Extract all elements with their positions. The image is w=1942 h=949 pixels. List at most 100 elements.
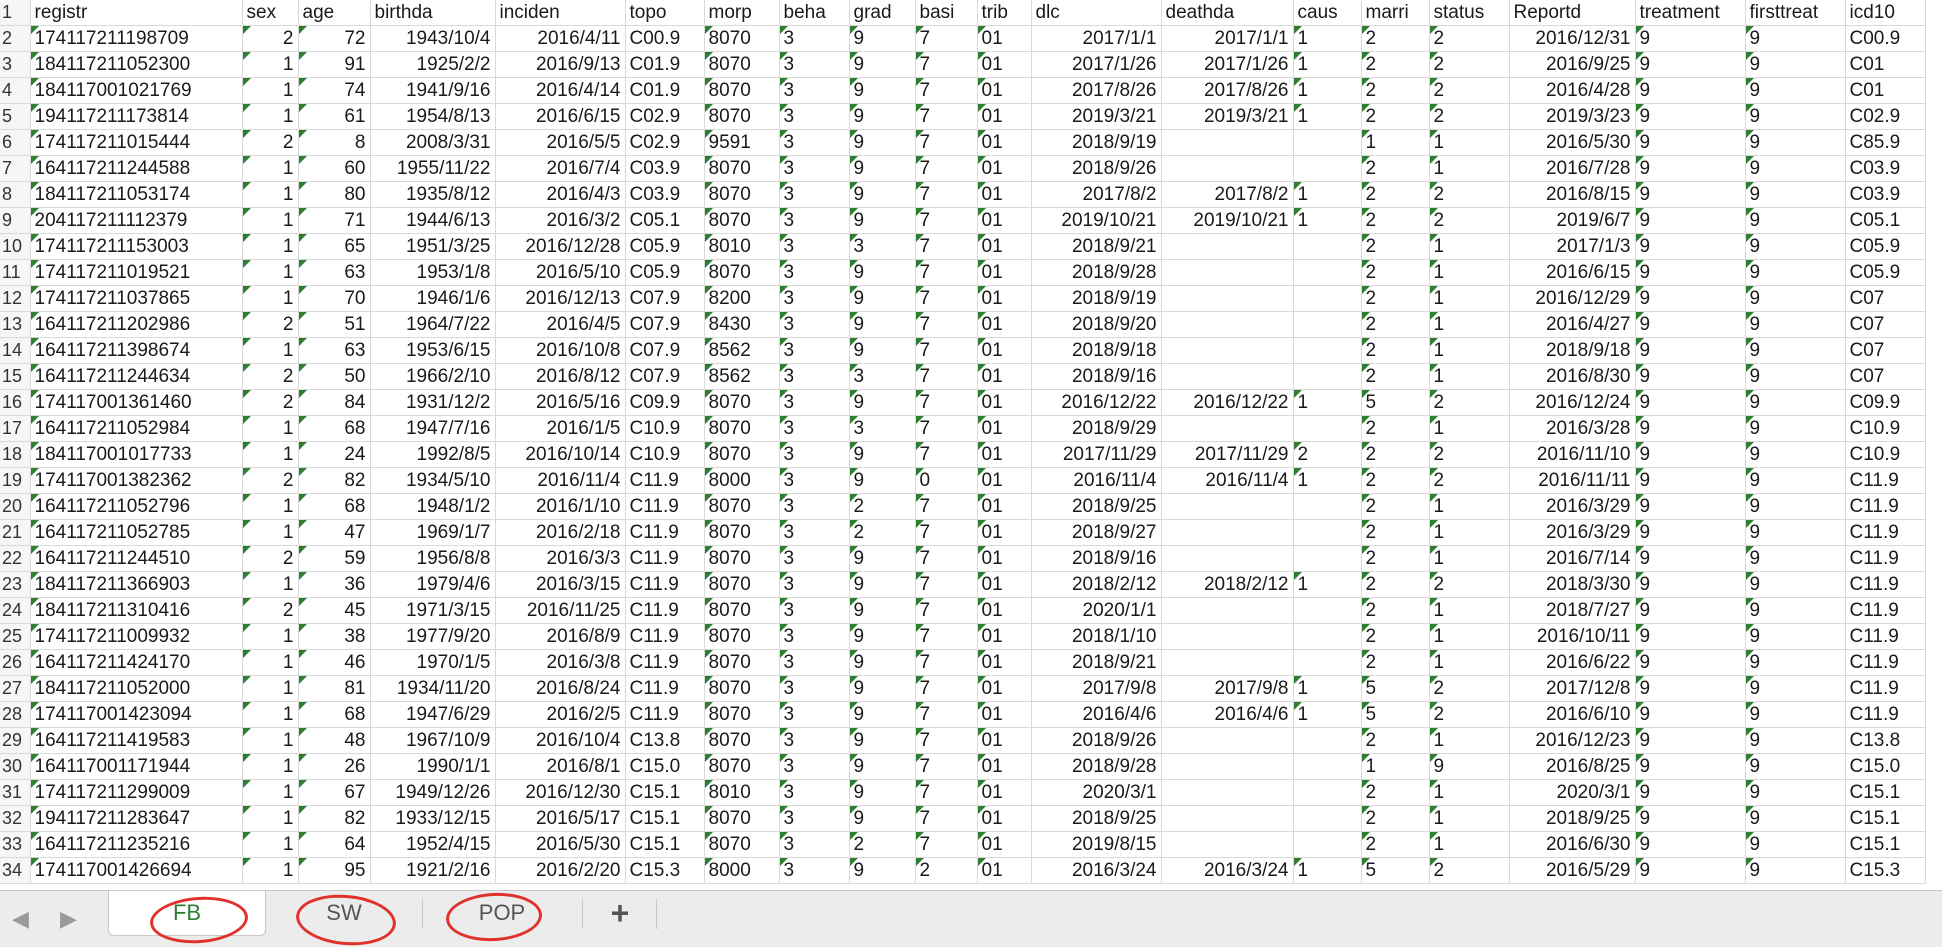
cell-grad[interactable]: 9 [849,857,916,884]
cell-beha[interactable]: 3 [779,285,850,312]
row-number[interactable]: 34 [0,857,31,884]
cell-morp[interactable]: 8070 [704,545,780,572]
cell-grad[interactable]: 3 [849,363,916,390]
cell-deathda[interactable] [1161,649,1294,676]
cell-treatment[interactable]: 9 [1635,363,1746,390]
cell-grad[interactable]: 9 [849,649,916,676]
cell-status[interactable]: 2 [1429,25,1510,52]
cell-basi[interactable]: 7 [915,51,978,78]
cell-grad[interactable]: 9 [849,623,916,650]
cell-registr[interactable]: 174117211153003 [30,233,243,260]
cell-registr[interactable]: 174117211015444 [30,129,243,156]
cell-deathda[interactable]: 2017/1/1 [1161,25,1294,52]
cell-firsttreat[interactable]: 9 [1745,467,1846,494]
cell-deathda[interactable] [1161,597,1294,624]
cell-firsttreat[interactable]: 9 [1745,363,1846,390]
cell-age[interactable]: 48 [298,727,371,754]
column-header[interactable]: deathda [1161,0,1294,26]
cell-treatment[interactable]: 9 [1635,493,1746,520]
cell-dlc[interactable]: 2018/2/12 [1031,571,1162,598]
column-header[interactable]: status [1429,0,1510,26]
cell-inciden[interactable]: 2016/10/14 [495,441,626,468]
cell-dlc[interactable]: 2020/3/1 [1031,779,1162,806]
row-number[interactable]: 4 [0,77,31,104]
row-number[interactable]: 26 [0,649,31,676]
cell-basi[interactable]: 7 [915,727,978,754]
cell-registr[interactable]: 174117001426694 [30,857,243,884]
cell-grad[interactable]: 9 [849,701,916,728]
cell-registr[interactable]: 174117001382362 [30,467,243,494]
cell-morp[interactable]: 8070 [704,727,780,754]
row-number[interactable]: 10 [0,233,31,260]
cell-treatment[interactable]: 9 [1635,389,1746,416]
cell-inciden[interactable]: 2016/12/30 [495,779,626,806]
row-number[interactable]: 13 [0,311,31,338]
cell-basi[interactable]: 7 [915,155,978,182]
cell-inciden[interactable]: 2016/5/5 [495,129,626,156]
cell-age[interactable]: 65 [298,233,371,260]
cell-age[interactable]: 72 [298,25,371,52]
cell-birthda[interactable]: 1954/8/13 [370,103,496,130]
cell-treatment[interactable]: 9 [1635,233,1746,260]
cell-Reportd[interactable]: 2016/8/30 [1509,363,1636,390]
cell-dlc[interactable]: 2018/9/19 [1031,129,1162,156]
cell-firsttreat[interactable]: 9 [1745,285,1846,312]
cell-icd10[interactable]: C11.9 [1845,493,1926,520]
cell-dlc[interactable]: 2018/9/25 [1031,493,1162,520]
next-sheet-icon[interactable]: ▶ [60,908,77,930]
cell-status[interactable]: 1 [1429,259,1510,286]
cell-marri[interactable]: 2 [1361,467,1430,494]
cell-marri[interactable]: 2 [1361,337,1430,364]
cell-sex[interactable]: 1 [242,571,299,598]
cell-registr[interactable]: 184117211366903 [30,571,243,598]
cell-icd10[interactable]: C03.9 [1845,181,1926,208]
cell-firsttreat[interactable]: 9 [1745,25,1846,52]
cell-beha[interactable]: 3 [779,493,850,520]
cell-Reportd[interactable]: 2016/8/25 [1509,753,1636,780]
row-number[interactable]: 24 [0,597,31,624]
cell-morp[interactable]: 8010 [704,233,780,260]
cell-treatment[interactable]: 9 [1635,727,1746,754]
cell-birthda[interactable]: 1947/6/29 [370,701,496,728]
cell-treatment[interactable]: 9 [1635,103,1746,130]
cell-beha[interactable]: 3 [779,831,850,858]
cell-birthda[interactable]: 1944/6/13 [370,207,496,234]
cell-inciden[interactable]: 2016/8/24 [495,675,626,702]
cell-registr[interactable]: 184117001017733 [30,441,243,468]
cell-caus[interactable] [1293,623,1362,650]
cell-birthda[interactable]: 1967/10/9 [370,727,496,754]
cell-morp[interactable]: 8070 [704,181,780,208]
cell-registr[interactable]: 164117211244588 [30,155,243,182]
cell-birthda[interactable]: 1933/12/15 [370,805,496,832]
cell-dlc[interactable]: 2019/3/21 [1031,103,1162,130]
cell-status[interactable]: 2 [1429,571,1510,598]
cell-topo[interactable]: C01.9 [625,77,705,104]
cell-grad[interactable]: 9 [849,155,916,182]
cell-marri[interactable]: 2 [1361,233,1430,260]
cell-icd10[interactable]: C11.9 [1845,675,1926,702]
cell-dlc[interactable]: 2018/9/18 [1031,337,1162,364]
cell-status[interactable]: 2 [1429,675,1510,702]
cell-registr[interactable]: 184117001021769 [30,77,243,104]
cell-trib[interactable]: 01 [977,285,1032,312]
cell-deathda[interactable] [1161,155,1294,182]
cell-caus[interactable] [1293,363,1362,390]
cell-treatment[interactable]: 9 [1635,337,1746,364]
cell-grad[interactable]: 9 [849,129,916,156]
cell-age[interactable]: 81 [298,675,371,702]
cell-sex[interactable]: 1 [242,753,299,780]
cell-trib[interactable]: 01 [977,311,1032,338]
cell-grad[interactable]: 9 [849,597,916,624]
cell-inciden[interactable]: 2016/8/12 [495,363,626,390]
cell-sex[interactable]: 1 [242,675,299,702]
cell-Reportd[interactable]: 2016/12/29 [1509,285,1636,312]
cell-registr[interactable]: 164117211202986 [30,311,243,338]
cell-marri[interactable]: 2 [1361,519,1430,546]
cell-inciden[interactable]: 2016/4/11 [495,25,626,52]
cell-status[interactable]: 1 [1429,129,1510,156]
cell-caus[interactable] [1293,233,1362,260]
cell-basi[interactable]: 7 [915,25,978,52]
cell-status[interactable]: 1 [1429,779,1510,806]
cell-status[interactable]: 1 [1429,155,1510,182]
cell-age[interactable]: 51 [298,311,371,338]
